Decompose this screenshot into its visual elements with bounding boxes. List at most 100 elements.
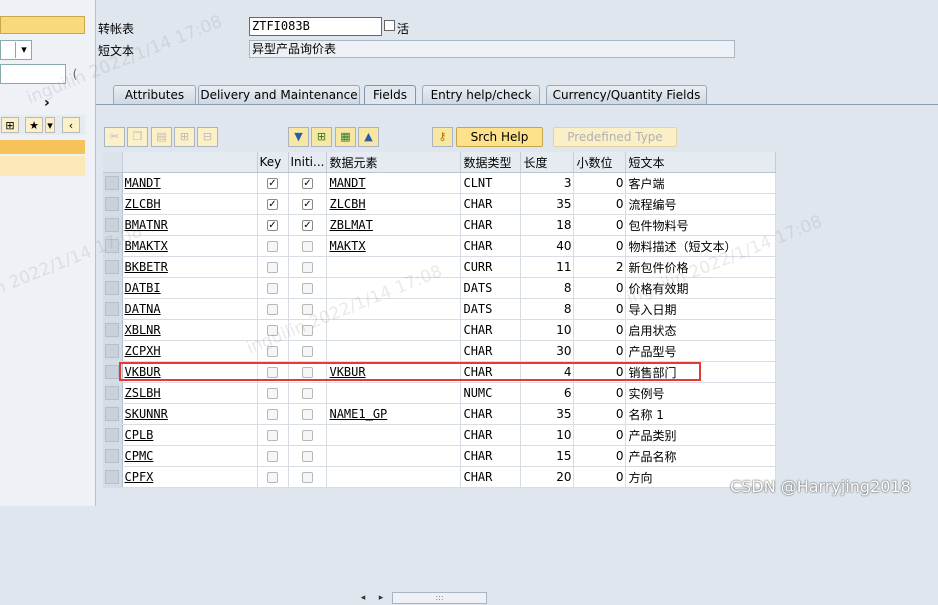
data-element-link[interactable]: MAKTX (329, 239, 365, 253)
length-cell[interactable]: 40 (520, 235, 575, 257)
length-cell[interactable]: 30 (520, 340, 575, 362)
data-type-cell[interactable]: CLNT (460, 172, 522, 194)
length-cell[interactable]: 15 (520, 445, 575, 467)
sort-down-icon[interactable]: ▼ (288, 127, 309, 147)
key-cell[interactable] (257, 298, 289, 320)
key-cell[interactable] (257, 277, 289, 299)
decimals-cell[interactable]: 0 (573, 193, 627, 215)
field-name-cell[interactable]: BMATNR (122, 214, 258, 236)
field-name-link[interactable]: ZCPXH (125, 344, 161, 358)
key-icon[interactable]: ⚷ (432, 127, 453, 147)
initial-values-checkbox[interactable]: ✓ (301, 178, 313, 189)
data-type-cell[interactable]: CHAR (460, 193, 522, 215)
row-selector[interactable] (103, 235, 123, 257)
data-type-cell[interactable]: CHAR (460, 214, 522, 236)
data-element-link[interactable]: ZLCBH (329, 197, 365, 211)
tab-currency-quantity-fields[interactable]: Currency/Quantity Fields (546, 85, 707, 104)
field-name-cell[interactable]: CPLB (122, 424, 258, 446)
field-name-link[interactable]: CPFX (125, 470, 154, 484)
field-name-cell[interactable]: ZLCBH (122, 193, 258, 215)
row-selector[interactable] (103, 319, 123, 341)
initial-values-checkbox[interactable] (301, 262, 313, 273)
row-selector-handle[interactable] (105, 239, 120, 253)
initial-values-checkbox[interactable] (301, 241, 313, 252)
length-cell[interactable]: 35 (520, 193, 575, 215)
left-panel-selected-node[interactable] (0, 140, 85, 154)
row-selector-handle[interactable] (105, 470, 120, 484)
length-cell[interactable]: 20 (520, 466, 575, 488)
row-selector-handle[interactable] (105, 386, 120, 400)
field-name-cell[interactable]: DATNA (122, 298, 258, 320)
field-name-link[interactable]: XBLNR (125, 323, 161, 337)
row-selector[interactable] (103, 424, 123, 446)
length-cell[interactable]: 10 (520, 424, 575, 446)
col-decimals-header[interactable]: 小数位 (573, 152, 627, 173)
table-row[interactable]: BKBETR CURR 11 2 新包件价格 (103, 256, 777, 278)
key-checkbox[interactable] (267, 346, 278, 357)
initial-values-checkbox[interactable]: ✓ (301, 220, 313, 231)
left-panel-input[interactable] (0, 64, 66, 84)
table-name-field[interactable]: ZTFI083B (249, 17, 382, 36)
row-selector-handle[interactable] (105, 260, 120, 274)
short-text-cell[interactable]: 流程编号 (625, 193, 777, 215)
key-cell[interactable] (257, 235, 289, 257)
short-text-cell[interactable]: 产品型号 (625, 340, 777, 362)
length-cell[interactable]: 11 (520, 256, 575, 278)
table-row[interactable]: MANDT ✓ ✓ MANDT CLNT 3 0 客户端 (103, 172, 777, 194)
length-cell[interactable]: 3 (520, 172, 575, 194)
key-checkbox[interactable] (267, 325, 278, 336)
initial-values-cell[interactable] (288, 298, 328, 320)
initial-values-cell[interactable] (288, 424, 328, 446)
short-text-cell[interactable]: 价格有效期 (625, 277, 777, 299)
row-selector-handle[interactable] (105, 323, 120, 337)
decimals-cell[interactable]: 0 (573, 424, 627, 446)
key-checkbox[interactable] (267, 241, 278, 252)
table-row[interactable]: BMAKTX MAKTX CHAR 40 0 物料描述（短文本） (103, 235, 777, 257)
decimals-cell[interactable]: 0 (573, 382, 627, 404)
scroll-left-icon[interactable]: ◂ (356, 591, 370, 605)
key-checkbox[interactable] (267, 451, 278, 462)
data-element-cell[interactable] (326, 340, 462, 362)
initial-values-cell[interactable]: ✓ (288, 214, 328, 236)
initial-values-checkbox[interactable] (301, 472, 313, 483)
field-name-cell[interactable]: MANDT (122, 172, 258, 194)
data-type-cell[interactable]: CHAR (460, 235, 522, 257)
length-cell[interactable]: 8 (520, 298, 575, 320)
field-name-link[interactable]: BKBETR (125, 260, 168, 274)
row-selector-handle[interactable] (105, 197, 120, 211)
data-type-cell[interactable]: CHAR (460, 319, 522, 341)
key-checkbox[interactable]: ✓ (267, 178, 278, 189)
horizontal-scrollbar[interactable]: ◂ ▸ ::: (356, 591, 489, 605)
decimals-cell[interactable]: 0 (573, 340, 627, 362)
data-type-cell[interactable]: DATS (460, 277, 522, 299)
copy-icon[interactable]: ❐ (127, 127, 148, 147)
key-checkbox[interactable] (267, 262, 278, 273)
short-text-cell[interactable]: 产品名称 (625, 445, 777, 467)
chevron-right-icon[interactable]: › (44, 95, 50, 111)
row-selector-handle[interactable] (105, 176, 120, 190)
row-selector[interactable] (103, 193, 123, 215)
key-checkbox[interactable] (267, 304, 278, 315)
initial-values-cell[interactable] (288, 256, 328, 278)
row-selector[interactable] (103, 466, 123, 488)
initial-values-checkbox[interactable] (301, 304, 313, 315)
field-name-cell[interactable]: SKUNNR (122, 403, 258, 425)
sort-up-icon[interactable]: ▲ (358, 127, 379, 147)
length-cell[interactable]: 10 (520, 319, 575, 341)
short-text-field[interactable]: 异型产品询价表 (249, 40, 735, 58)
data-element-cell[interactable] (326, 466, 462, 488)
field-name-link[interactable]: BMATNR (125, 218, 168, 232)
initial-values-checkbox[interactable]: ✓ (301, 199, 313, 210)
initial-values-checkbox[interactable] (301, 409, 313, 420)
key-checkbox[interactable] (267, 388, 278, 399)
table-row[interactable]: CPMC CHAR 15 0 产品名称 (103, 445, 777, 467)
data-element-cell[interactable]: NAME1_GP (326, 403, 462, 425)
table-row[interactable]: ZCPXH CHAR 30 0 产品型号 (103, 340, 777, 362)
row-selector[interactable] (103, 382, 123, 404)
decimals-cell[interactable]: 2 (573, 256, 627, 278)
data-type-cell[interactable]: CURR (460, 256, 522, 278)
scrollbar-thumb[interactable]: ::: (392, 592, 487, 604)
cut-icon[interactable]: ✂ (104, 127, 125, 147)
initial-values-cell[interactable] (288, 403, 328, 425)
data-element-link[interactable]: NAME1_GP (329, 407, 387, 421)
